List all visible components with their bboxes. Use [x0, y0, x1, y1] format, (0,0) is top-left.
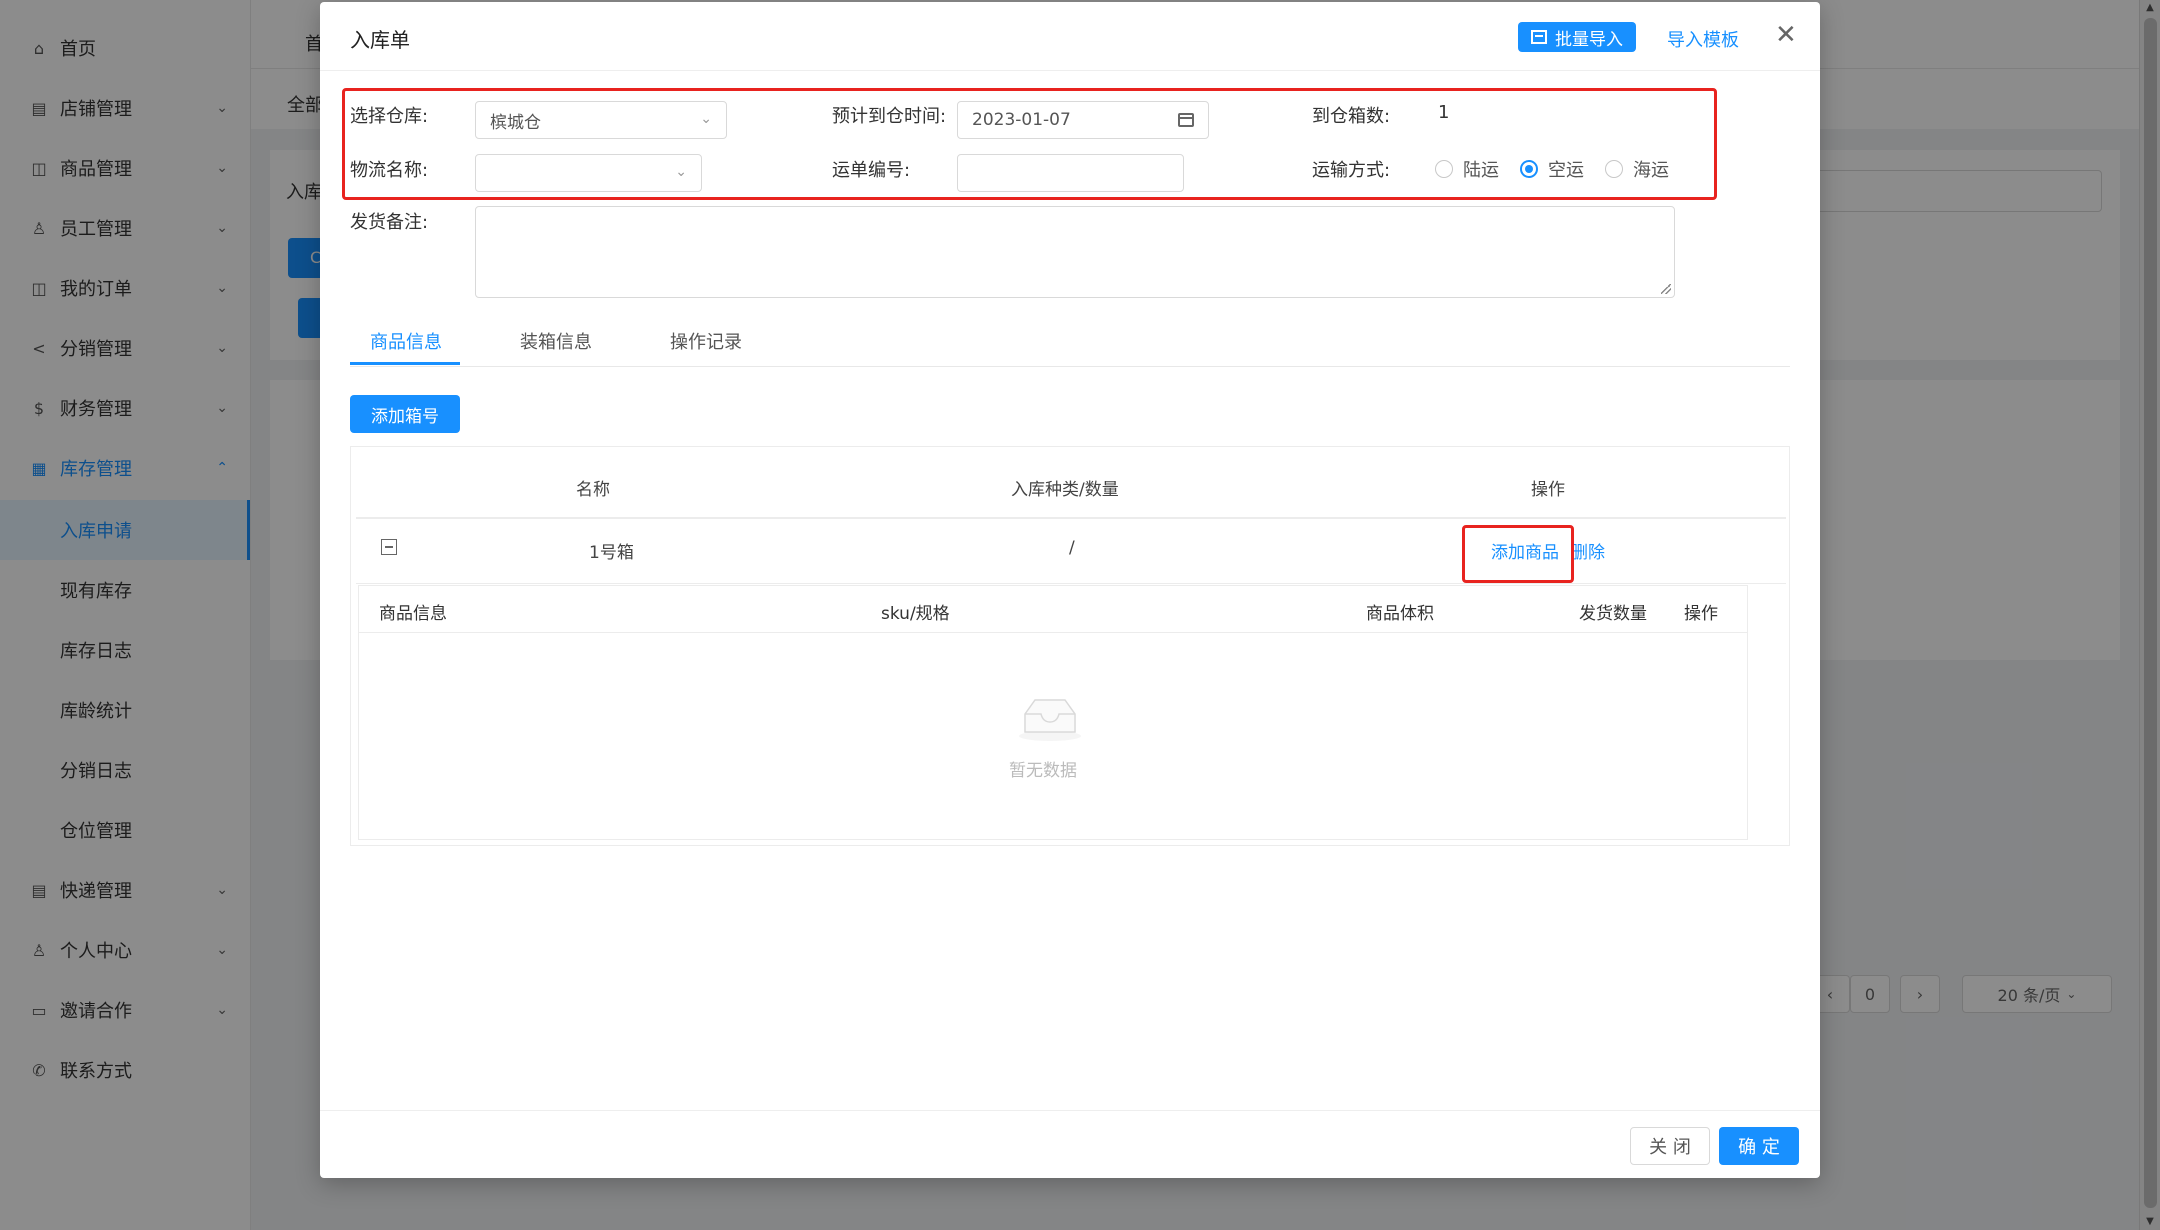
column-header-volume: 商品体积: [1366, 604, 1434, 624]
inbound-order-modal: 入库单 批量导入 导入模板 ✕ 选择仓库: 槟城仓 ⌄ 预计到仓时间: 2023…: [320, 2, 1820, 1178]
row-divider: [356, 583, 1786, 584]
box-name-cell: 1号箱: [589, 543, 634, 563]
column-header-operation: 操作: [1684, 604, 1718, 624]
batch-import-button[interactable]: 批量导入: [1518, 22, 1636, 52]
column-header-sku: sku/规格: [881, 604, 950, 624]
column-header-kinds: 入库种类/数量: [1011, 480, 1119, 500]
header-divider: [356, 517, 1786, 519]
subtable-header: 商品信息 sku/规格 商品体积 发货数量 操作: [359, 586, 1747, 633]
box-table: 名称 入库种类/数量 操作 1号箱 / 添加商品 删除 商品信息 sku/规格 …: [350, 446, 1790, 846]
remark-label: 发货备注:: [350, 212, 429, 233]
delete-link[interactable]: 删除: [1571, 538, 1605, 563]
empty-state-text: 暂无数据: [1009, 761, 1077, 781]
goods-subtable: 商品信息 sku/规格 商品体积 发货数量 操作 暂无数据: [358, 585, 1748, 840]
modal-footer: 关 闭 确 定: [320, 1110, 1820, 1179]
highlight-box-add-goods: [1462, 525, 1574, 583]
tab-operation-log[interactable]: 操作记录: [670, 328, 742, 354]
batch-import-label: 批量导入: [1555, 29, 1623, 50]
tab-goods-info[interactable]: 商品信息: [370, 328, 442, 354]
confirm-button[interactable]: 确 定: [1719, 1127, 1799, 1165]
add-box-button[interactable]: 添加箱号: [350, 395, 460, 433]
close-icon[interactable]: ✕: [1775, 20, 1797, 50]
detail-tabs: 商品信息 装箱信息 操作记录: [350, 318, 1790, 367]
column-header-ship-qty: 发货数量: [1579, 604, 1647, 624]
box-kinds-cell: /: [1069, 538, 1075, 558]
modal-header: 入库单 批量导入 导入模板 ✕: [320, 2, 1820, 71]
import-icon: [1531, 30, 1547, 44]
tab-packing-info[interactable]: 装箱信息: [520, 328, 592, 354]
highlight-box-form: [342, 88, 1717, 200]
column-header-goods-info: 商品信息: [379, 604, 447, 624]
column-header-actions: 操作: [1531, 480, 1565, 500]
remark-textarea[interactable]: [475, 206, 1675, 298]
modal-title: 入库单: [350, 28, 410, 52]
empty-inbox-icon: [1019, 699, 1081, 741]
resize-grip-icon[interactable]: [1661, 284, 1671, 294]
tab-active-indicator: [350, 362, 460, 365]
collapse-icon[interactable]: [381, 539, 397, 555]
import-template-link[interactable]: 导入模板: [1667, 26, 1739, 52]
close-button[interactable]: 关 闭: [1630, 1127, 1710, 1165]
column-header-name: 名称: [576, 480, 610, 500]
